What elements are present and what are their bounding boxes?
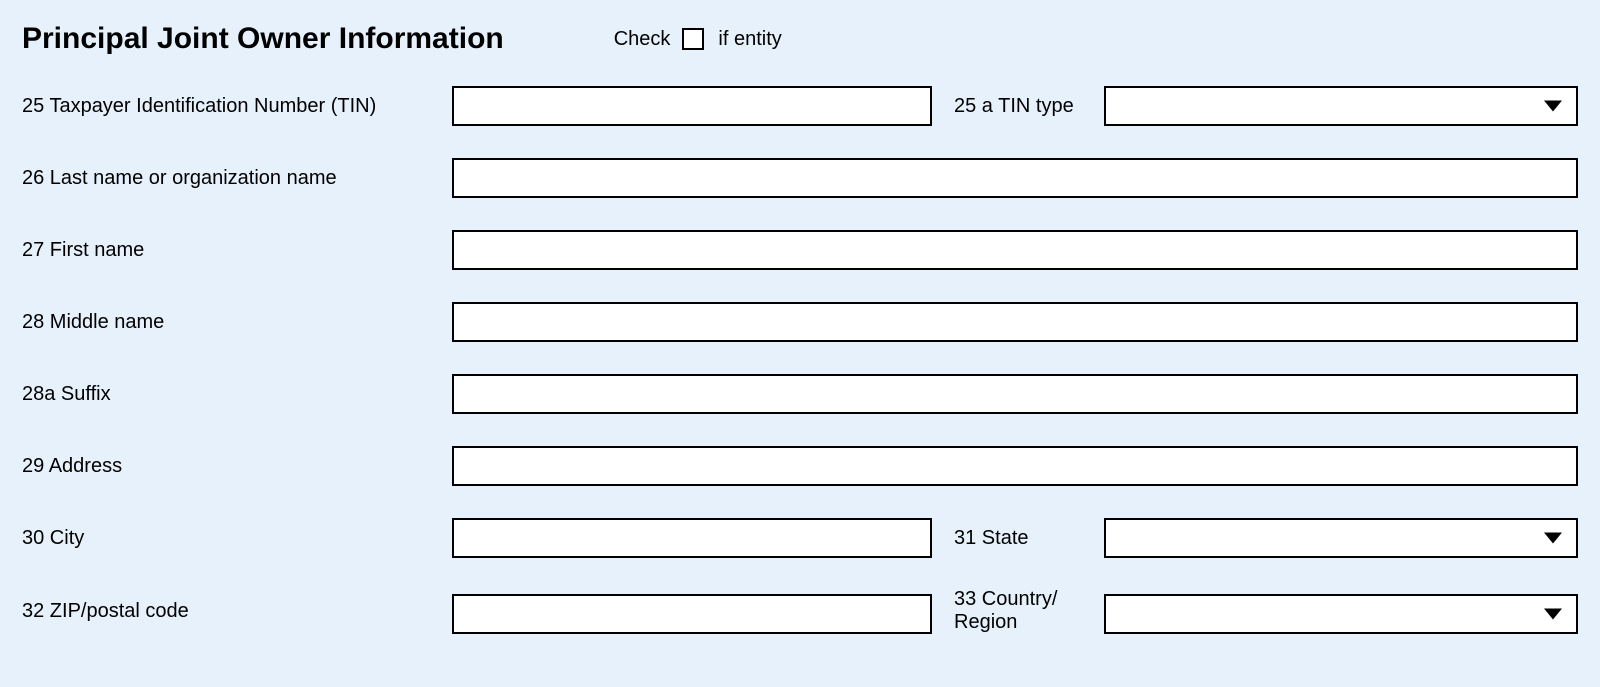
entity-check-label-right: if entity: [718, 28, 781, 51]
input-address[interactable]: [452, 446, 1578, 486]
select-country-region[interactable]: [1104, 594, 1578, 634]
chevron-down-icon: [1544, 609, 1562, 620]
label-31: 31 State: [932, 527, 1104, 550]
input-suffix[interactable]: [452, 374, 1578, 414]
section-title: Principal Joint Owner Information: [22, 22, 504, 56]
input-city[interactable]: [452, 518, 932, 558]
row-26: 26 Last name or organization name: [22, 158, 1578, 198]
section-header: Principal Joint Owner Information Check …: [22, 22, 1578, 56]
label-33-line2: Region: [954, 611, 1094, 634]
input-middle-name[interactable]: [452, 302, 1578, 342]
row-28: 28 Middle name: [22, 302, 1578, 342]
principal-joint-owner-form: Principal Joint Owner Information Check …: [0, 0, 1600, 654]
label-28: 28 Middle name: [22, 311, 452, 334]
input-tin[interactable]: [452, 86, 932, 126]
label-25a: 25 a TIN type: [932, 95, 1104, 118]
label-29: 29 Address: [22, 455, 452, 478]
row-32-33: 32 ZIP/postal code 33 Country/ Region: [22, 588, 1578, 634]
entity-checkbox[interactable]: [682, 28, 704, 50]
chevron-down-icon: [1544, 533, 1562, 544]
input-zip[interactable]: [452, 594, 932, 634]
label-32: 32 ZIP/postal code: [22, 588, 452, 623]
label-28a: 28a Suffix: [22, 383, 452, 406]
label-30: 30 City: [22, 527, 452, 550]
label-25: 25 Taxpayer Identification Number (TIN): [22, 95, 452, 118]
select-tin-type[interactable]: [1104, 86, 1578, 126]
row-28a: 28a Suffix: [22, 374, 1578, 414]
row-27: 27 First name: [22, 230, 1578, 270]
select-state[interactable]: [1104, 518, 1578, 558]
label-27: 27 First name: [22, 239, 452, 262]
label-33-line1: 33 Country/: [954, 588, 1094, 611]
row-25: 25 Taxpayer Identification Number (TIN) …: [22, 86, 1578, 126]
row-29: 29 Address: [22, 446, 1578, 486]
chevron-down-icon: [1544, 101, 1562, 112]
entity-check-label-left: Check: [614, 28, 671, 51]
input-first-name[interactable]: [452, 230, 1578, 270]
input-last-name-or-org[interactable]: [452, 158, 1578, 198]
label-33: 33 Country/ Region: [932, 588, 1104, 634]
label-26: 26 Last name or organization name: [22, 167, 452, 190]
row-30-31: 30 City 31 State: [22, 518, 1578, 558]
